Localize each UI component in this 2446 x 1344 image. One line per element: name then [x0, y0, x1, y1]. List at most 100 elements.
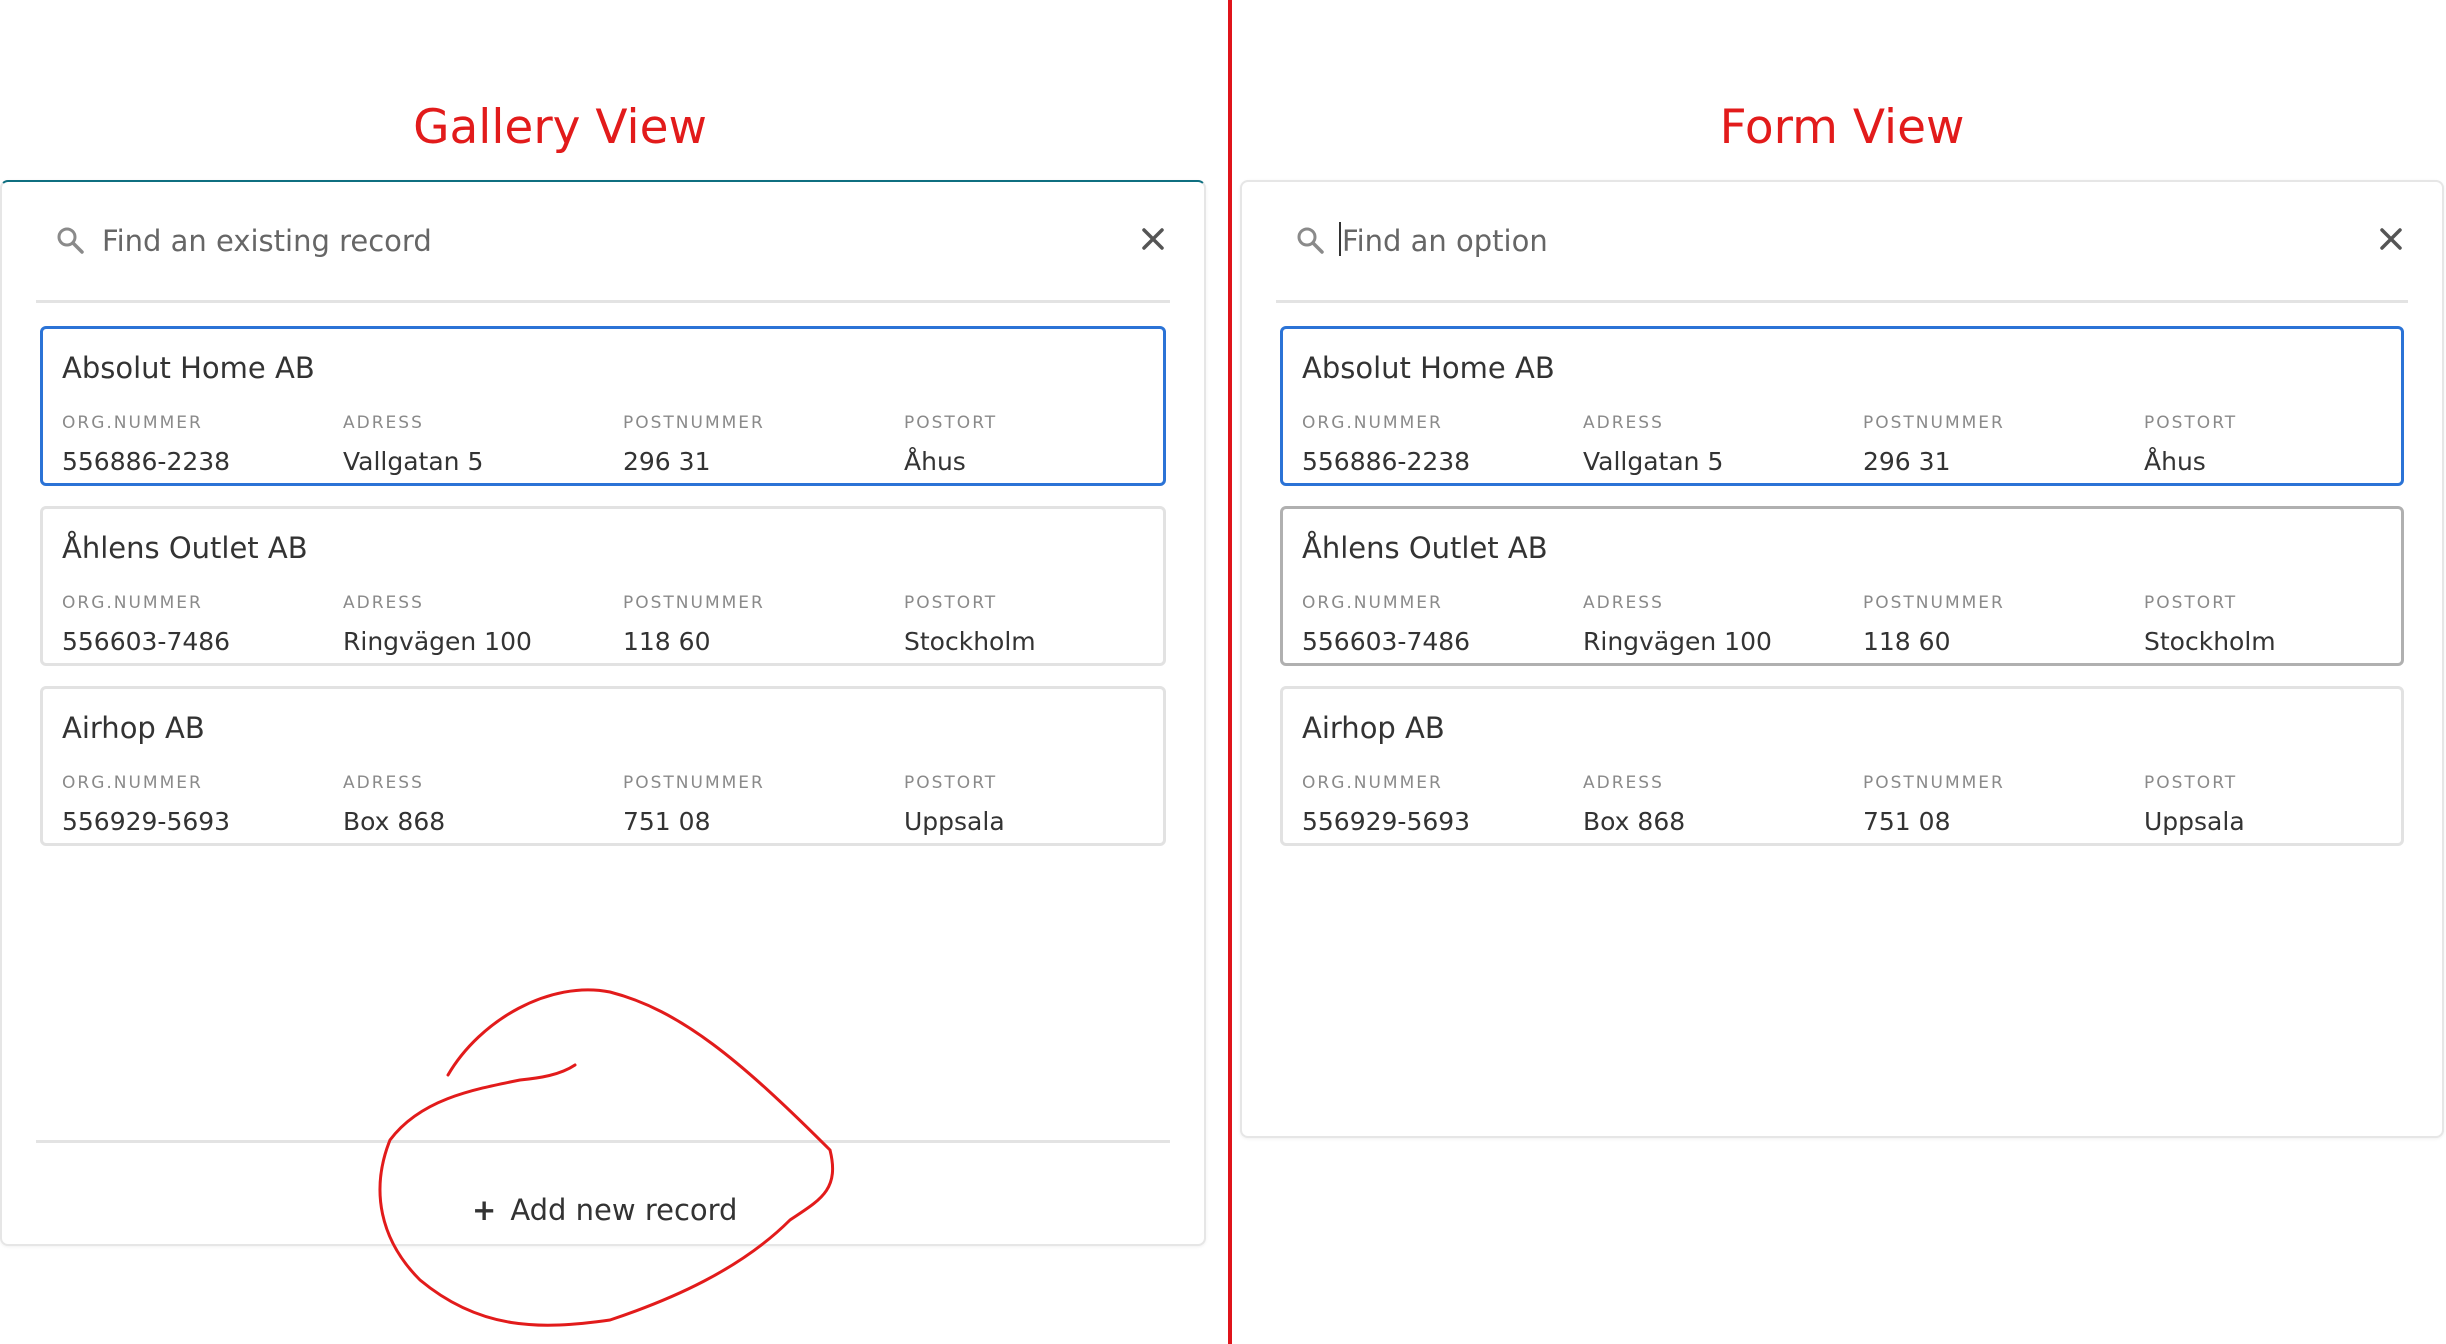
record-card[interactable]: Åhlens Outlet AB ORG.NUMMER 556603-7486 A… — [40, 506, 1166, 666]
form-search-input[interactable] — [1340, 216, 2328, 266]
gallery-lookup-panel: Absolut Home AB ORG.NUMMER 556886-2238 AD… — [0, 180, 1206, 1246]
view-divider — [1228, 0, 1232, 1344]
field-postnummer: POSTNUMMER 751 08 — [1863, 773, 2005, 836]
field-label: POSTNUMMER — [623, 413, 765, 433]
field-value: 296 31 — [623, 447, 711, 476]
field-org-nummer: ORG.NUMMER 556603-7486 — [62, 593, 230, 656]
add-new-record-label: Add new record — [510, 1193, 738, 1227]
field-adress: ADRESS Ringvägen 100 — [1583, 593, 1772, 656]
field-adress: ADRESS Box 868 — [343, 773, 445, 836]
field-value: 118 60 — [623, 627, 711, 656]
field-org-nummer: ORG.NUMMER 556886-2238 — [62, 413, 230, 476]
field-adress: ADRESS Ringvägen 100 — [343, 593, 532, 656]
form-option-list: Absolut Home AB ORG.NUMMER 556886-2238 AD… — [1280, 326, 2404, 866]
field-label: POSTNUMMER — [1863, 413, 2005, 433]
form-lookup-panel: Absolut Home AB ORG.NUMMER 556886-2238 AD… — [1240, 180, 2444, 1138]
field-label: ORG.NUMMER — [1302, 593, 1443, 613]
field-value: Uppsala — [2144, 807, 2245, 836]
field-value: 556886-2238 — [62, 447, 231, 476]
gallery-view-title: Gallery View — [413, 100, 707, 155]
field-value: Åhus — [2144, 447, 2206, 476]
field-label: POSTORT — [904, 413, 998, 433]
field-label: ADRESS — [1583, 593, 1664, 613]
close-icon[interactable] — [1138, 224, 1168, 254]
field-label: ORG.NUMMER — [62, 413, 203, 433]
field-label: POSTORT — [2144, 593, 2238, 613]
field-adress: ADRESS Box 868 — [1583, 773, 1685, 836]
field-label: ADRESS — [343, 773, 424, 793]
record-name: Airhop AB — [62, 711, 205, 745]
field-label: ADRESS — [1583, 413, 1664, 433]
record-name: Absolut Home AB — [62, 351, 315, 385]
field-postort: POSTORT Uppsala — [904, 773, 1005, 836]
record-name: Åhlens Outlet AB — [62, 531, 308, 565]
field-label: ORG.NUMMER — [1302, 413, 1443, 433]
field-postort: POSTORT Stockholm — [904, 593, 1036, 656]
field-value: Stockholm — [2144, 627, 2276, 656]
field-adress: ADRESS Vallgatan 5 — [1583, 413, 1723, 476]
field-label: ADRESS — [343, 593, 424, 613]
field-label: ADRESS — [343, 413, 424, 433]
field-label: POSTNUMMER — [1863, 593, 2005, 613]
field-label: POSTORT — [2144, 413, 2238, 433]
field-value: 296 31 — [1863, 447, 1951, 476]
form-search-bar — [1276, 182, 2408, 303]
gallery-record-list: Absolut Home AB ORG.NUMMER 556886-2238 AD… — [40, 326, 1166, 866]
field-label: POSTORT — [904, 773, 998, 793]
field-postnummer: POSTNUMMER 296 31 — [1863, 413, 2005, 476]
field-postort: POSTORT Uppsala — [2144, 773, 2245, 836]
add-new-record-button[interactable]: + Add new record — [472, 1182, 772, 1238]
record-name: Absolut Home AB — [1302, 351, 1555, 385]
field-value: 118 60 — [1863, 627, 1951, 656]
field-value: Stockholm — [904, 627, 1036, 656]
field-label: POSTORT — [2144, 773, 2238, 793]
field-org-nummer: ORG.NUMMER 556929-5693 — [62, 773, 230, 836]
field-value: Vallgatan 5 — [1583, 447, 1724, 476]
field-value: 751 08 — [623, 807, 711, 836]
record-card[interactable]: Absolut Home AB ORG.NUMMER 556886-2238 AD… — [40, 326, 1166, 486]
field-postort: POSTORT Stockholm — [2144, 593, 2276, 656]
close-icon[interactable] — [2376, 224, 2406, 254]
field-label: ORG.NUMMER — [62, 593, 203, 613]
field-org-nummer: ORG.NUMMER 556603-7486 — [1302, 593, 1470, 656]
field-label: POSTNUMMER — [623, 773, 765, 793]
field-label: POSTORT — [904, 593, 998, 613]
field-org-nummer: ORG.NUMMER 556886-2238 — [1302, 413, 1470, 476]
field-value: 556603-7486 — [1302, 627, 1471, 656]
search-icon — [1297, 227, 1324, 254]
field-postort: POSTORT Åhus — [2144, 413, 2237, 476]
field-value: Box 868 — [343, 807, 446, 836]
field-label: ORG.NUMMER — [1302, 773, 1443, 793]
gallery-search-input[interactable] — [100, 216, 1090, 266]
field-label: POSTNUMMER — [1863, 773, 2005, 793]
field-value: Box 868 — [1583, 807, 1686, 836]
record-card[interactable]: Airhop AB ORG.NUMMER 556929-5693 ADRESS Bo… — [40, 686, 1166, 846]
field-postnummer: POSTNUMMER 118 60 — [1863, 593, 2005, 656]
field-value: Uppsala — [904, 807, 1005, 836]
search-icon — [57, 227, 84, 254]
field-postnummer: POSTNUMMER 751 08 — [623, 773, 765, 836]
option-card[interactable]: Airhop AB ORG.NUMMER 556929-5693 ADRESS Bo… — [1280, 686, 2404, 846]
form-view-title: Form View — [1719, 100, 1965, 155]
field-value: 556886-2238 — [1302, 447, 1471, 476]
record-name: Åhlens Outlet AB — [1302, 531, 1548, 565]
field-adress: ADRESS Vallgatan 5 — [343, 413, 483, 476]
field-value: Ringvägen 100 — [343, 627, 532, 656]
option-card[interactable]: Absolut Home AB ORG.NUMMER 556886-2238 AD… — [1280, 326, 2404, 486]
plus-icon: + — [472, 1193, 497, 1227]
field-value: 556929-5693 — [1302, 807, 1471, 836]
field-value: Åhus — [904, 447, 966, 476]
field-value: 556603-7486 — [62, 627, 231, 656]
field-value: Vallgatan 5 — [343, 447, 484, 476]
field-label: ADRESS — [1583, 773, 1664, 793]
field-value: 556929-5693 — [62, 807, 231, 836]
option-card[interactable]: Åhlens Outlet AB ORG.NUMMER 556603-7486 A… — [1280, 506, 2404, 666]
field-label: POSTNUMMER — [623, 593, 765, 613]
record-name: Airhop AB — [1302, 711, 1445, 745]
field-label: ORG.NUMMER — [62, 773, 203, 793]
field-value: 751 08 — [1863, 807, 1951, 836]
field-postort: POSTORT Åhus — [904, 413, 997, 476]
text-cursor — [1339, 222, 1341, 256]
field-value: Ringvägen 100 — [1583, 627, 1772, 656]
footer-divider — [36, 1140, 1170, 1143]
